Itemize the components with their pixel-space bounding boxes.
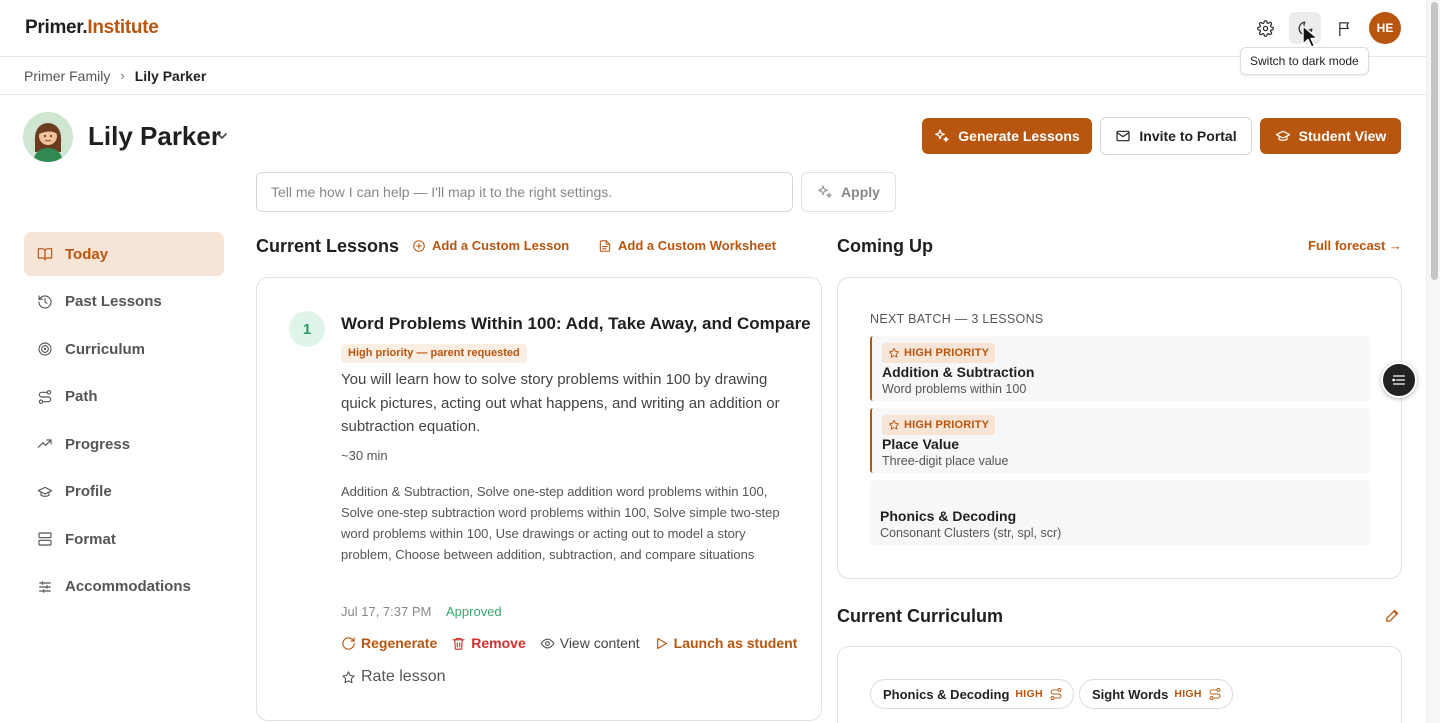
star-icon (889, 420, 899, 430)
sidebar-item-path[interactable]: Path (24, 375, 224, 419)
play-icon (656, 637, 667, 649)
batch-label: NEXT BATCH — 3 LESSONS (870, 312, 1044, 326)
student-view-button[interactable]: Student View (1260, 118, 1401, 154)
lesson-actions: Regenerate Remove View content Launch as… (341, 635, 797, 651)
trending-icon (37, 439, 52, 448)
breadcrumb-parent[interactable]: Primer Family (24, 68, 110, 84)
item-subtitle: Word problems within 100 (882, 382, 1027, 396)
sparkles-icon (818, 185, 832, 198)
gear-icon (1256, 19, 1274, 37)
mouse-cursor-icon (1302, 25, 1319, 48)
launch-as-student-button[interactable]: Launch as student (654, 635, 797, 651)
history-icon (38, 294, 52, 309)
lesson-skills: Addition & Subtraction, Solve one-step a… (341, 484, 780, 562)
lesson-duration: ~30 min (341, 448, 388, 463)
settings-button[interactable] (1249, 12, 1281, 44)
add-custom-worksheet-link[interactable]: Add a Custom Worksheet (598, 238, 776, 253)
lesson-description: You will learn how to solve story proble… (341, 371, 780, 435)
generate-lessons-button[interactable]: Generate Lessons (922, 118, 1092, 154)
sparkles-icon (935, 129, 949, 142)
rate-lesson-button[interactable]: Rate lesson (341, 668, 446, 686)
lesson-card: 1 Word Problems Within 100: Add, Take Aw… (256, 277, 822, 721)
item-title: Phonics & Decoding (880, 508, 1017, 524)
mail-icon (1116, 130, 1130, 142)
breadcrumb-current: Lily Parker (134, 67, 207, 84)
sidebar-item-today[interactable]: Today (24, 232, 224, 276)
regenerate-button[interactable]: Regenerate (341, 635, 437, 651)
book-icon (37, 248, 53, 261)
item-title: Place Value (882, 436, 960, 452)
eye-icon (540, 638, 555, 648)
sidebar-item-progress[interactable]: Progress (24, 422, 224, 466)
chevron-down-icon[interactable] (216, 130, 228, 142)
sliders-icon (39, 580, 51, 593)
add-custom-lesson-link[interactable]: Add a Custom Lesson (412, 238, 569, 253)
help-input[interactable]: Tell me how I can help — I'll map it to … (256, 172, 793, 212)
curriculum-card: Phonics & Decoding HIGH Sight Words HIGH (837, 646, 1402, 723)
curriculum-chip[interactable]: Sight Words HIGH (1079, 679, 1233, 709)
plus-circle-icon (413, 239, 425, 252)
pencil-icon[interactable] (1384, 607, 1401, 624)
target-icon (38, 342, 52, 356)
view-content-button[interactable]: View content (540, 635, 640, 651)
trash-icon (452, 637, 465, 650)
lesson-title[interactable]: Word Problems Within 100: Add, Take Away… (341, 314, 811, 334)
sidebar-item-profile[interactable]: Profile (24, 470, 224, 514)
item-title: Addition & Subtraction (882, 364, 1035, 380)
floating-menu-button[interactable] (1381, 362, 1417, 398)
status-badge: Approved (446, 604, 502, 619)
top-bar: Primer.Institute HE (0, 0, 1426, 57)
current-lessons-title: Current Lessons (256, 236, 400, 256)
item-subtitle: Three-digit place value (882, 454, 1009, 468)
file-icon (599, 239, 611, 252)
list-icon (1392, 375, 1405, 385)
layout-icon (38, 532, 52, 546)
route-icon (38, 389, 52, 404)
remove-button[interactable]: Remove (451, 635, 526, 651)
sidebar-item-past-lessons[interactable]: Past Lessons (24, 280, 224, 324)
list-item[interactable]: HIGH PRIORITY Place Value Three-digit pl… (870, 408, 1370, 473)
curriculum-chip[interactable]: Phonics & Decoding HIGH (870, 679, 1074, 709)
breadcrumb: Primer Family › Lily Parker (0, 57, 1426, 95)
sidebar-item-curriculum[interactable]: Curriculum (24, 327, 224, 371)
student-avatar (23, 112, 73, 162)
item-subtitle: Consonant Clusters (str, spl, scr) (880, 526, 1062, 540)
student-name[interactable]: Lily Parker (88, 121, 221, 152)
priority-badge: High priority — parent requested (341, 344, 527, 363)
list-item[interactable]: HIGH PRIORITY Addition & Subtraction Wor… (870, 336, 1370, 401)
report-button[interactable] (1329, 12, 1361, 44)
lesson-number: 1 (289, 311, 325, 347)
full-forecast-link[interactable]: Full forecast → (1308, 238, 1402, 253)
priority-badge: HIGH PRIORITY (882, 343, 996, 363)
coming-up-card: NEXT BATCH — 3 LESSONS HIGH PRIORITY Add… (837, 277, 1402, 579)
priority-badge: HIGH PRIORITY (882, 415, 996, 435)
user-avatar[interactable]: HE (1369, 12, 1401, 44)
page-scrollbar[interactable] (1426, 0, 1440, 723)
list-item[interactable]: Phonics & Decoding Consonant Clusters (s… (870, 480, 1370, 545)
lesson-date: Jul 17, 7:37 PM (341, 604, 432, 619)
graduation-cap-icon (37, 486, 53, 497)
star-icon (889, 348, 899, 358)
coming-up-title: Coming Up (837, 236, 933, 256)
route-icon (1209, 687, 1221, 701)
graduation-cap-icon (1275, 130, 1290, 141)
app-logo[interactable]: Primer.Institute (25, 17, 159, 39)
scrollbar-thumb[interactable] (1431, 2, 1438, 280)
sidebar-item-format[interactable]: Format (24, 517, 224, 561)
apply-button[interactable]: Apply (801, 172, 896, 212)
invite-portal-button[interactable]: Invite to Portal (1100, 117, 1252, 155)
refresh-icon (342, 636, 355, 650)
current-curriculum-title: Current Curriculum (837, 606, 1004, 626)
sidebar: Today Past Lessons Curriculum Path Progr… (24, 232, 224, 612)
star-icon (342, 670, 355, 683)
sidebar-item-accommodations[interactable]: Accommodations (24, 565, 224, 609)
flag-icon (1338, 21, 1349, 36)
chevron-right-icon: › (120, 68, 125, 83)
route-icon (1050, 687, 1062, 701)
